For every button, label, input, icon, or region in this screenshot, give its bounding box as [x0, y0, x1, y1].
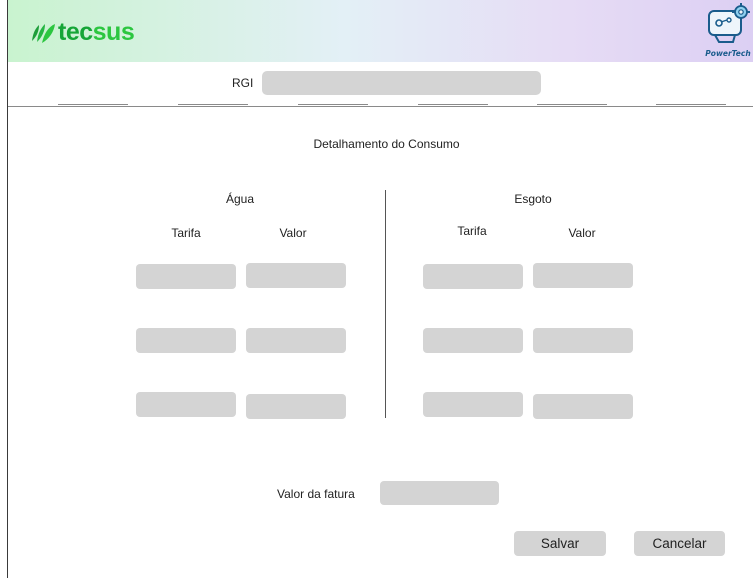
tab-indicator [58, 104, 128, 105]
esgoto-valor-input-3[interactable] [533, 394, 633, 419]
agua-valor-input-3[interactable] [246, 394, 346, 419]
agua-valor-input-2[interactable] [246, 328, 346, 353]
tab-indicator [298, 104, 368, 105]
agua-tarifa-input-1[interactable] [136, 264, 236, 289]
gear-monitor-icon [708, 3, 750, 43]
rgi-label: RGI [232, 76, 254, 90]
esgoto-tarifa-input-1[interactable] [423, 264, 523, 289]
esgoto-tarifa-input-2[interactable] [423, 328, 523, 353]
save-button[interactable]: Salvar [514, 531, 606, 556]
column-divider [385, 190, 386, 418]
agua-title: Água [225, 192, 255, 206]
esgoto-tarifa-input-3[interactable] [423, 392, 523, 417]
esgoto-valor-input-2[interactable] [533, 328, 633, 353]
tab-indicator [418, 104, 488, 105]
frame-border [7, 0, 8, 578]
agua-tarifa-header: Tarifa [171, 226, 201, 240]
agua-valor-input-1[interactable] [246, 263, 346, 288]
agua-tarifa-input-3[interactable] [136, 392, 236, 417]
section-title: Detalhamento do Consumo [313, 137, 460, 151]
leaf-icon [32, 23, 55, 43]
agua-tarifa-input-2[interactable] [136, 328, 236, 353]
esgoto-title: Esgoto [514, 192, 552, 206]
header-divider [8, 106, 753, 107]
tab-indicator [656, 104, 726, 105]
esgoto-valor-header: Valor [568, 226, 596, 240]
cancel-button[interactable]: Cancelar [634, 531, 725, 556]
esgoto-valor-input-1[interactable] [533, 263, 633, 288]
invoice-total-input[interactable] [380, 481, 499, 505]
app-header: tecsus PowerTech [8, 0, 753, 62]
tab-indicator [178, 104, 248, 105]
tab-indicator [537, 104, 607, 105]
brand-name: tecsus [58, 18, 135, 46]
invoice-total-label: Valor da fatura [277, 487, 355, 501]
esgoto-tarifa-header: Tarifa [457, 224, 487, 238]
powertech-text: PowerTech [705, 49, 751, 58]
rgi-input[interactable] [262, 71, 541, 95]
page: tecsus PowerTech RGI Detalhamento do Con… [0, 0, 753, 578]
agua-valor-header: Valor [279, 226, 307, 240]
tecsus-logo[interactable]: tecsus [30, 18, 135, 47]
powertech-logo: PowerTech [705, 2, 751, 58]
